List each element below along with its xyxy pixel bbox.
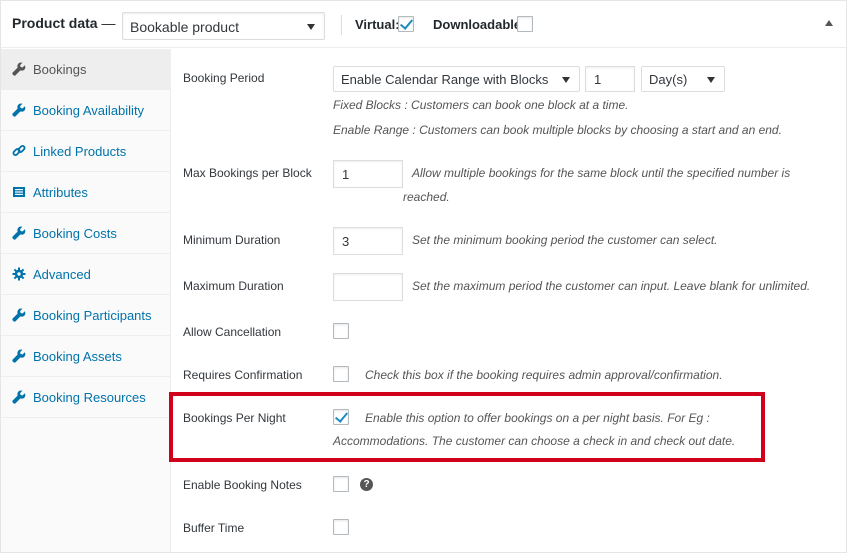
- chevron-down-icon: [562, 77, 570, 83]
- tab-attributes[interactable]: Attributes: [1, 172, 170, 213]
- product-data-tabs: Bookings Booking Availability Linked Pro…: [1, 49, 171, 552]
- product-type-value: Bookable product: [130, 19, 239, 35]
- downloadable-checkbox[interactable]: [517, 16, 533, 32]
- booking-period-unit-select[interactable]: Day(s): [641, 66, 725, 92]
- max-duration-label: Maximum Duration: [183, 279, 284, 293]
- product-data-panel: Product data — Bookable product Virtual:…: [0, 0, 847, 553]
- table-icon: [13, 187, 25, 197]
- gear-icon: [12, 267, 26, 281]
- requires-confirmation-desc: Check this box if the booking requires a…: [365, 368, 723, 382]
- link-icon: [12, 145, 26, 156]
- enable-booking-notes-label: Enable Booking Notes: [183, 478, 302, 492]
- allow-cancellation-label: Allow Cancellation: [183, 325, 282, 339]
- product-type-select[interactable]: Bookable product: [122, 12, 325, 40]
- chevron-down-icon: [307, 24, 315, 30]
- buffer-time-label: Buffer Time: [183, 521, 245, 535]
- tab-label: Booking Costs: [33, 226, 117, 241]
- booking-period-desc-range: Enable Range : Customers can book multip…: [333, 123, 782, 137]
- tab-label: Bookings: [33, 62, 87, 77]
- allow-cancellation-checkbox[interactable]: [333, 323, 349, 339]
- product-data-header: Product data — Bookable product Virtual:…: [1, 1, 846, 48]
- wrench-icon: [12, 62, 26, 76]
- tab-label: Advanced: [33, 267, 91, 282]
- tab-booking-participants[interactable]: Booking Participants: [1, 295, 170, 336]
- max-duration-desc: Set the maximum period the customer can …: [412, 279, 811, 293]
- collapse-toggle-icon[interactable]: [825, 20, 833, 26]
- wrench-icon: [12, 308, 26, 322]
- tab-booking-resources[interactable]: Booking Resources: [1, 377, 170, 418]
- max-bookings-desc-line2: reached.: [403, 190, 450, 204]
- tab-label: Booking Assets: [33, 349, 122, 364]
- min-duration-input[interactable]: 3: [333, 227, 403, 255]
- buffer-time-checkbox[interactable]: [333, 519, 349, 535]
- bookings-per-night-desc-line1: Enable this option to offer bookings on …: [365, 411, 710, 425]
- chevron-down-icon: [707, 77, 715, 83]
- tab-advanced[interactable]: Advanced: [1, 254, 170, 295]
- requires-confirmation-label: Requires Confirmation: [183, 368, 303, 382]
- wrench-icon: [12, 103, 26, 117]
- tab-booking-assets[interactable]: Booking Assets: [1, 336, 170, 377]
- virtual-checkbox[interactable]: [398, 16, 414, 32]
- wrench-icon: [12, 390, 26, 404]
- virtual-label: Virtual:: [355, 17, 400, 32]
- booking-period-quantity-input[interactable]: 1: [585, 66, 635, 92]
- booking-period-desc-fixed: Fixed Blocks : Customers can book one bl…: [333, 98, 629, 112]
- bookings-per-night-checkbox[interactable]: [333, 409, 349, 425]
- requires-confirmation-checkbox[interactable]: [333, 366, 349, 382]
- booking-period-select[interactable]: Enable Calendar Range with Blocks: [333, 66, 580, 92]
- tab-label: Attributes: [33, 185, 88, 200]
- max-bookings-input[interactable]: 1: [333, 160, 403, 188]
- tab-label: Booking Resources: [33, 390, 146, 405]
- downloadable-label: Downloadable:: [433, 17, 526, 32]
- min-duration-desc: Set the minimum booking period the custo…: [412, 233, 718, 247]
- wrench-icon: [12, 226, 26, 240]
- booking-period-label: Booking Period: [183, 71, 265, 85]
- max-bookings-label: Max Bookings per Block: [183, 166, 312, 180]
- wrench-icon: [12, 349, 26, 363]
- help-tip-icon[interactable]: ?: [360, 478, 373, 491]
- tab-booking-availability[interactable]: Booking Availability: [1, 90, 170, 131]
- tab-linked-products[interactable]: Linked Products: [1, 131, 170, 172]
- header-divider: [341, 15, 342, 35]
- tab-booking-costs[interactable]: Booking Costs: [1, 213, 170, 254]
- max-bookings-desc-line1: Allow multiple bookings for the same blo…: [412, 166, 791, 180]
- max-duration-input[interactable]: [333, 273, 403, 301]
- panel-title: Product data —: [12, 15, 116, 31]
- enable-booking-notes-checkbox[interactable]: [333, 476, 349, 492]
- tab-label: Linked Products: [33, 144, 127, 159]
- tab-label: Booking Participants: [33, 308, 152, 323]
- bookings-per-night-label: Bookings Per Night: [183, 411, 286, 425]
- bookings-per-night-desc-line2: Accommodations. The customer can choose …: [333, 434, 736, 448]
- min-duration-label: Minimum Duration: [183, 233, 281, 247]
- tab-bookings[interactable]: Bookings: [1, 49, 170, 90]
- tab-label: Booking Availability: [33, 103, 145, 118]
